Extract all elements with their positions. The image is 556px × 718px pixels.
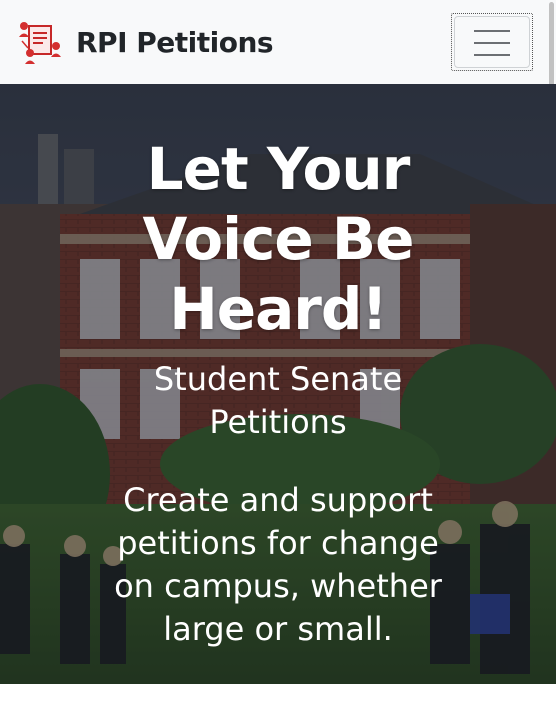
scrollbar-thumb[interactable] — [549, 2, 554, 94]
navbar-toggler-button[interactable] — [451, 13, 533, 71]
hero-content: Let Your Voice Be Heard! Student Senate … — [0, 134, 556, 651]
hero-title: Let Your Voice Be Heard! — [142, 135, 415, 343]
brand-title: RPI Petitions — [76, 25, 274, 59]
brand-link[interactable]: RPI Petitions — [18, 20, 274, 64]
page-bottom — [0, 684, 556, 718]
petition-people-icon — [19, 22, 61, 64]
hamburger-menu-icon — [474, 30, 510, 56]
hero-description: Create and support petitions for change … — [114, 481, 442, 648]
navbar: RPI Petitions — [0, 0, 556, 84]
hero-section: Let Your Voice Be Heard! Student Senate … — [0, 84, 556, 684]
hero-subtitle: Student Senate Petitions — [153, 360, 403, 441]
